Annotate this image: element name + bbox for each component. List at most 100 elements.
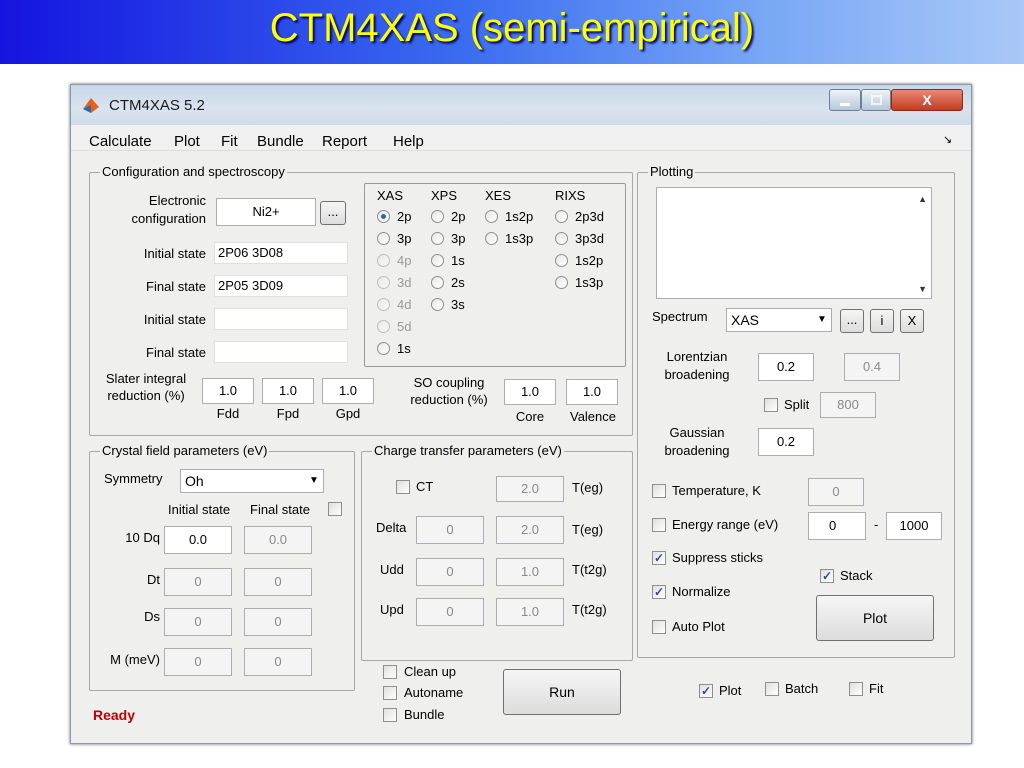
- slater-gpd-input[interactable]: 1.0: [322, 378, 374, 404]
- spectrum-select[interactable]: XAS ▼: [726, 308, 832, 332]
- so-core-input[interactable]: 1.0: [504, 379, 556, 405]
- xes-1s2p-label: 1s2p: [505, 209, 534, 224]
- split-input[interactable]: 800: [820, 392, 876, 418]
- final-state-2-field[interactable]: [214, 341, 348, 363]
- so-valence-input[interactable]: 1.0: [566, 379, 618, 405]
- xas-3d-radio[interactable]: [377, 276, 390, 289]
- delta-t-input[interactable]: 2.0: [496, 516, 564, 544]
- lorentzian-input-2[interactable]: 0.4: [844, 353, 900, 381]
- temperature-input[interactable]: 0: [808, 478, 864, 506]
- energy-min-input[interactable]: 0: [808, 512, 866, 540]
- ds-initial-input[interactable]: 0: [164, 608, 232, 636]
- udd-input[interactable]: 0: [416, 558, 484, 586]
- close-button[interactable]: X: [891, 89, 963, 111]
- split-checkbox[interactable]: [764, 398, 778, 412]
- xps-2p-radio[interactable]: [431, 210, 444, 223]
- gaussian-input[interactable]: 0.2: [758, 428, 814, 456]
- electronic-configuration-input[interactable]: Ni2+: [216, 198, 316, 226]
- run-button[interactable]: Run: [503, 669, 621, 715]
- plot-checkbox[interactable]: ✓: [699, 684, 713, 698]
- xes-1s3p-radio[interactable]: [485, 232, 498, 245]
- xps-3p-radio[interactable]: [431, 232, 444, 245]
- temperature-checkbox[interactable]: [652, 484, 666, 498]
- initial-state-2-field[interactable]: [214, 308, 348, 330]
- rixs-1s2p-radio[interactable]: [555, 254, 568, 267]
- dq-final-input[interactable]: 0.0: [244, 526, 312, 554]
- menu-plot[interactable]: Plot: [174, 133, 200, 150]
- normalize-checkbox[interactable]: ✓: [652, 585, 666, 599]
- rixs-3p3d-radio[interactable]: [555, 232, 568, 245]
- batch-checkbox[interactable]: [765, 682, 779, 696]
- xps-3s-radio[interactable]: [431, 298, 444, 311]
- status-text: Ready: [93, 707, 136, 723]
- autoname-checkbox[interactable]: [383, 686, 397, 700]
- scroll-down-icon[interactable]: ▼: [918, 284, 927, 294]
- auto-plot-checkbox[interactable]: [652, 620, 666, 634]
- menu-fit[interactable]: Fit: [221, 133, 238, 150]
- energy-range-checkbox[interactable]: [652, 518, 666, 532]
- initial-state-field[interactable]: 2P06 3D08: [214, 242, 348, 264]
- udd-t-input[interactable]: 1.0: [496, 558, 564, 586]
- menu-help[interactable]: Help: [393, 133, 424, 150]
- symmetry-select[interactable]: Oh ▼: [180, 469, 324, 493]
- plot-list[interactable]: ▲ ▼: [656, 187, 932, 299]
- final-state-field[interactable]: 2P05 3D09: [214, 275, 348, 297]
- slater-label: Slater integral: [105, 371, 187, 386]
- delta-label: Delta: [376, 520, 407, 535]
- minimize-button[interactable]: [829, 89, 861, 111]
- m-initial-input[interactable]: 0: [164, 648, 232, 676]
- rixs-1s3p-radio[interactable]: [555, 276, 568, 289]
- dq-initial-input[interactable]: 0.0: [164, 526, 232, 554]
- fdd-label: Fdd: [216, 406, 240, 421]
- maximize-button[interactable]: [861, 89, 891, 111]
- bundle-checkbox[interactable]: [383, 708, 397, 722]
- ct-checkbox[interactable]: [396, 480, 410, 494]
- remove-button[interactable]: X: [900, 309, 924, 333]
- menu-report[interactable]: Report: [322, 133, 367, 150]
- xes-1s2p-radio[interactable]: [485, 210, 498, 223]
- xps-3p-label: 3p: [451, 231, 466, 246]
- rixs-header: RIXS: [555, 188, 586, 203]
- dt-initial-input[interactable]: 0: [164, 568, 232, 596]
- electronic-browse-button[interactable]: ...: [320, 201, 346, 225]
- xps-2s-radio[interactable]: [431, 276, 444, 289]
- xas-4d-radio[interactable]: [377, 298, 390, 311]
- delta-input[interactable]: 0: [416, 516, 484, 544]
- menu-calculate[interactable]: Calculate: [89, 133, 152, 150]
- energy-max-input[interactable]: 1000: [886, 512, 942, 540]
- xas-4p-radio[interactable]: [377, 254, 390, 267]
- spectrum-browse-button[interactable]: ...: [840, 309, 864, 333]
- suppress-sticks-checkbox[interactable]: ✓: [652, 551, 666, 565]
- clean-up-checkbox[interactable]: [383, 665, 397, 679]
- xps-1s-radio[interactable]: [431, 254, 444, 267]
- xas-3p-radio[interactable]: [377, 232, 390, 245]
- dt-final-input[interactable]: 0: [244, 568, 312, 596]
- menu-bar: Calculate Plot Fit Bundle Report Help ↘: [71, 125, 971, 151]
- xas-2p-radio[interactable]: [377, 210, 390, 223]
- menu-bundle[interactable]: Bundle: [257, 133, 304, 150]
- upd-t-input[interactable]: 1.0: [496, 598, 564, 626]
- ds-final-input[interactable]: 0: [244, 608, 312, 636]
- info-button[interactable]: i: [870, 309, 894, 333]
- lorentzian-input[interactable]: 0.2: [758, 353, 814, 381]
- scroll-up-icon[interactable]: ▲: [918, 194, 927, 204]
- slide-title: CTM4XAS (semi-empirical): [269, 6, 755, 50]
- minimize-icon: [840, 103, 850, 106]
- stack-checkbox[interactable]: ✓: [820, 569, 834, 583]
- dock-arrow-icon[interactable]: ↘: [943, 133, 952, 146]
- plot-button[interactable]: Plot: [816, 595, 934, 641]
- slater-fdd-input[interactable]: 1.0: [202, 378, 254, 404]
- fit-checkbox[interactable]: [849, 682, 863, 696]
- slater-fpd-input[interactable]: 1.0: [262, 378, 314, 404]
- config-panel-title: Configuration and spectroscopy: [100, 164, 287, 179]
- final-state-checkbox[interactable]: [328, 502, 342, 516]
- rixs-2p3d-radio[interactable]: [555, 210, 568, 223]
- xas-header: XAS: [377, 188, 404, 203]
- xas-1s-radio[interactable]: [377, 342, 390, 355]
- xas-4d-label: 4d: [397, 297, 412, 312]
- xas-5d-radio[interactable]: [377, 320, 390, 333]
- upd-input[interactable]: 0: [416, 598, 484, 626]
- udd-label: Udd: [380, 562, 404, 577]
- m-final-input[interactable]: 0: [244, 648, 312, 676]
- ct-value-input[interactable]: 2.0: [496, 476, 564, 502]
